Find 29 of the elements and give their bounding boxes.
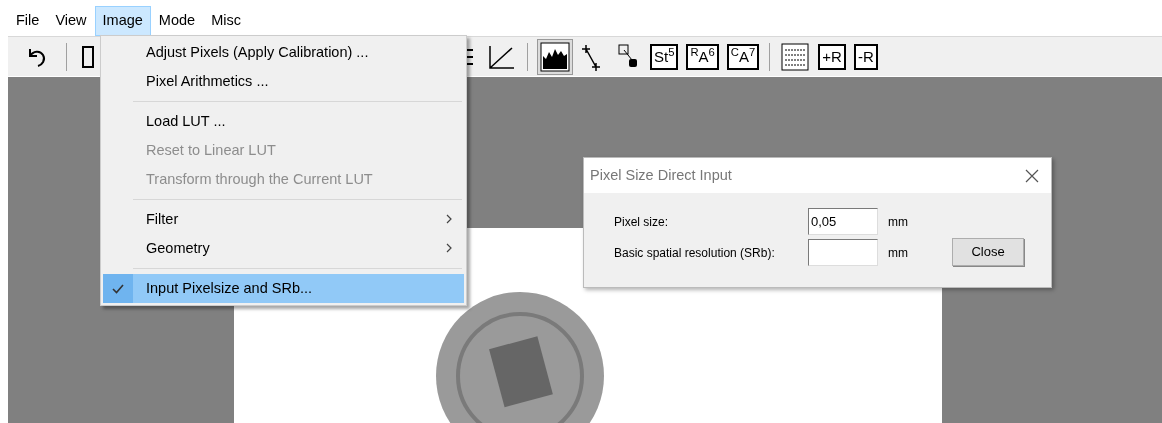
histogram-icon[interactable]	[538, 39, 572, 74]
menu-item[interactable]: Input Pixelsize and SRb...	[103, 274, 464, 303]
unit-label: mm	[887, 244, 909, 262]
menu-bar-item[interactable]: Image	[94, 6, 151, 36]
menu-bar-item[interactable]: View	[47, 6, 95, 36]
dialog-title: Pixel Size Direct Input	[590, 165, 732, 185]
menu-item[interactable]: Geometry	[103, 234, 464, 263]
close-button[interactable]: Close	[952, 238, 1024, 266]
menu-item[interactable]: Adjust Pixels (Apply Calibration) ...	[103, 38, 464, 67]
menu-item[interactable]: Load LUT ...	[103, 107, 464, 136]
chevron-right-icon	[446, 243, 452, 253]
close-icon[interactable]	[1025, 168, 1039, 183]
toolbar-button[interactable]: -R	[853, 43, 878, 70]
unit-label: mm	[887, 213, 909, 231]
menu-bar-item[interactable]: Mode	[150, 6, 204, 36]
toolbar-button[interactable]: $^{R}$A$^{6}$	[686, 43, 719, 70]
text-field[interactable]	[808, 239, 878, 266]
field-label: Pixel size:	[614, 213, 670, 231]
field-label: Basic spatial resolution (SRb):	[614, 244, 776, 262]
chevron-right-icon	[446, 214, 452, 224]
menu-bar-item[interactable]: Misc	[203, 6, 249, 36]
menu-item[interactable]: Filter	[103, 205, 464, 234]
toolbar-button[interactable]: $^{C}$A$^{7}$	[726, 43, 760, 70]
menu-item[interactable]: Pixel Arithmetics ...	[103, 67, 464, 96]
menu-bar-item[interactable]: File	[8, 6, 48, 36]
list-icon[interactable]	[780, 41, 811, 72]
toolbar-button[interactable]: St$^{5}$	[650, 43, 679, 70]
toolbar-button[interactable]: +R	[818, 43, 846, 70]
text-field[interactable]: 0,05	[808, 208, 878, 235]
